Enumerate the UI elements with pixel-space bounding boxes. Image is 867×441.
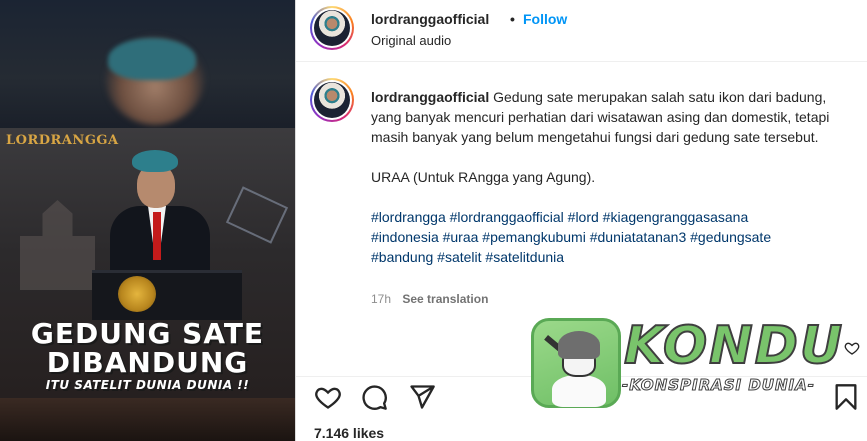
hashtag-line-3[interactable]: #bandung #satelit #satelitdunia — [371, 249, 564, 265]
see-translation-button[interactable]: See translation — [402, 292, 488, 306]
header-username[interactable]: lordranggaofficial — [371, 11, 489, 27]
follow-button[interactable]: Follow — [523, 11, 567, 27]
hashtags: #lordrangga #lordranggaofficial #lord #k… — [371, 207, 841, 267]
separator-dot: • — [510, 11, 515, 27]
tie — [153, 212, 161, 260]
caption-meta: 17h See translation — [371, 292, 488, 306]
podium — [92, 270, 242, 320]
hashtag-line-1[interactable]: #lordrangga #lordranggaofficial #lord #k… — [371, 209, 748, 225]
media-bottom-band — [0, 398, 295, 441]
brand-logo: LORDRANGGA — [6, 133, 119, 148]
watermark-title: KONDU — [623, 316, 845, 376]
post-media[interactable]: LORDRANGGA GEDUNG SATE DIBANDUNG ITU SAT… — [0, 0, 295, 441]
audio-link[interactable]: Original audio — [371, 33, 451, 48]
hashtag-line-2[interactable]: #indonesia #uraa #pemangkubumi #duniatat… — [371, 229, 771, 245]
kondu-logo-icon — [531, 318, 621, 408]
avatar[interactable] — [310, 6, 354, 50]
post-header: lordranggaofficial • Follow Original aud… — [296, 0, 867, 62]
garuda-emblem-icon — [118, 276, 156, 312]
caption-avatar[interactable] — [310, 78, 354, 122]
share-icon[interactable] — [408, 383, 436, 411]
watermark-subtitle: -KONSPIRASI DUNIA- — [622, 376, 815, 395]
comment-icon[interactable] — [360, 383, 388, 411]
caption-username[interactable]: lordranggaofficial — [371, 89, 489, 105]
caption-line-2: URAA (Untuk RAngga yang Agung). — [371, 169, 596, 185]
bookmark-icon[interactable] — [832, 383, 860, 411]
comment-like-heart-icon[interactable] — [844, 340, 860, 356]
likes-count[interactable]: 7.146 likes — [314, 425, 384, 441]
caption-text: lordranggaofficial Gedung sate merupakan… — [371, 87, 841, 267]
headline-line-2: DIBANDUNG — [46, 346, 249, 379]
blurred-beret — [108, 38, 196, 80]
headline-line-3: ITU SATELIT DUNIA DUNIA !! — [45, 378, 250, 392]
post-time: 17h — [371, 292, 392, 306]
beret — [132, 150, 178, 172]
heart-icon[interactable] — [314, 383, 342, 411]
speaker-figure — [110, 150, 220, 290]
